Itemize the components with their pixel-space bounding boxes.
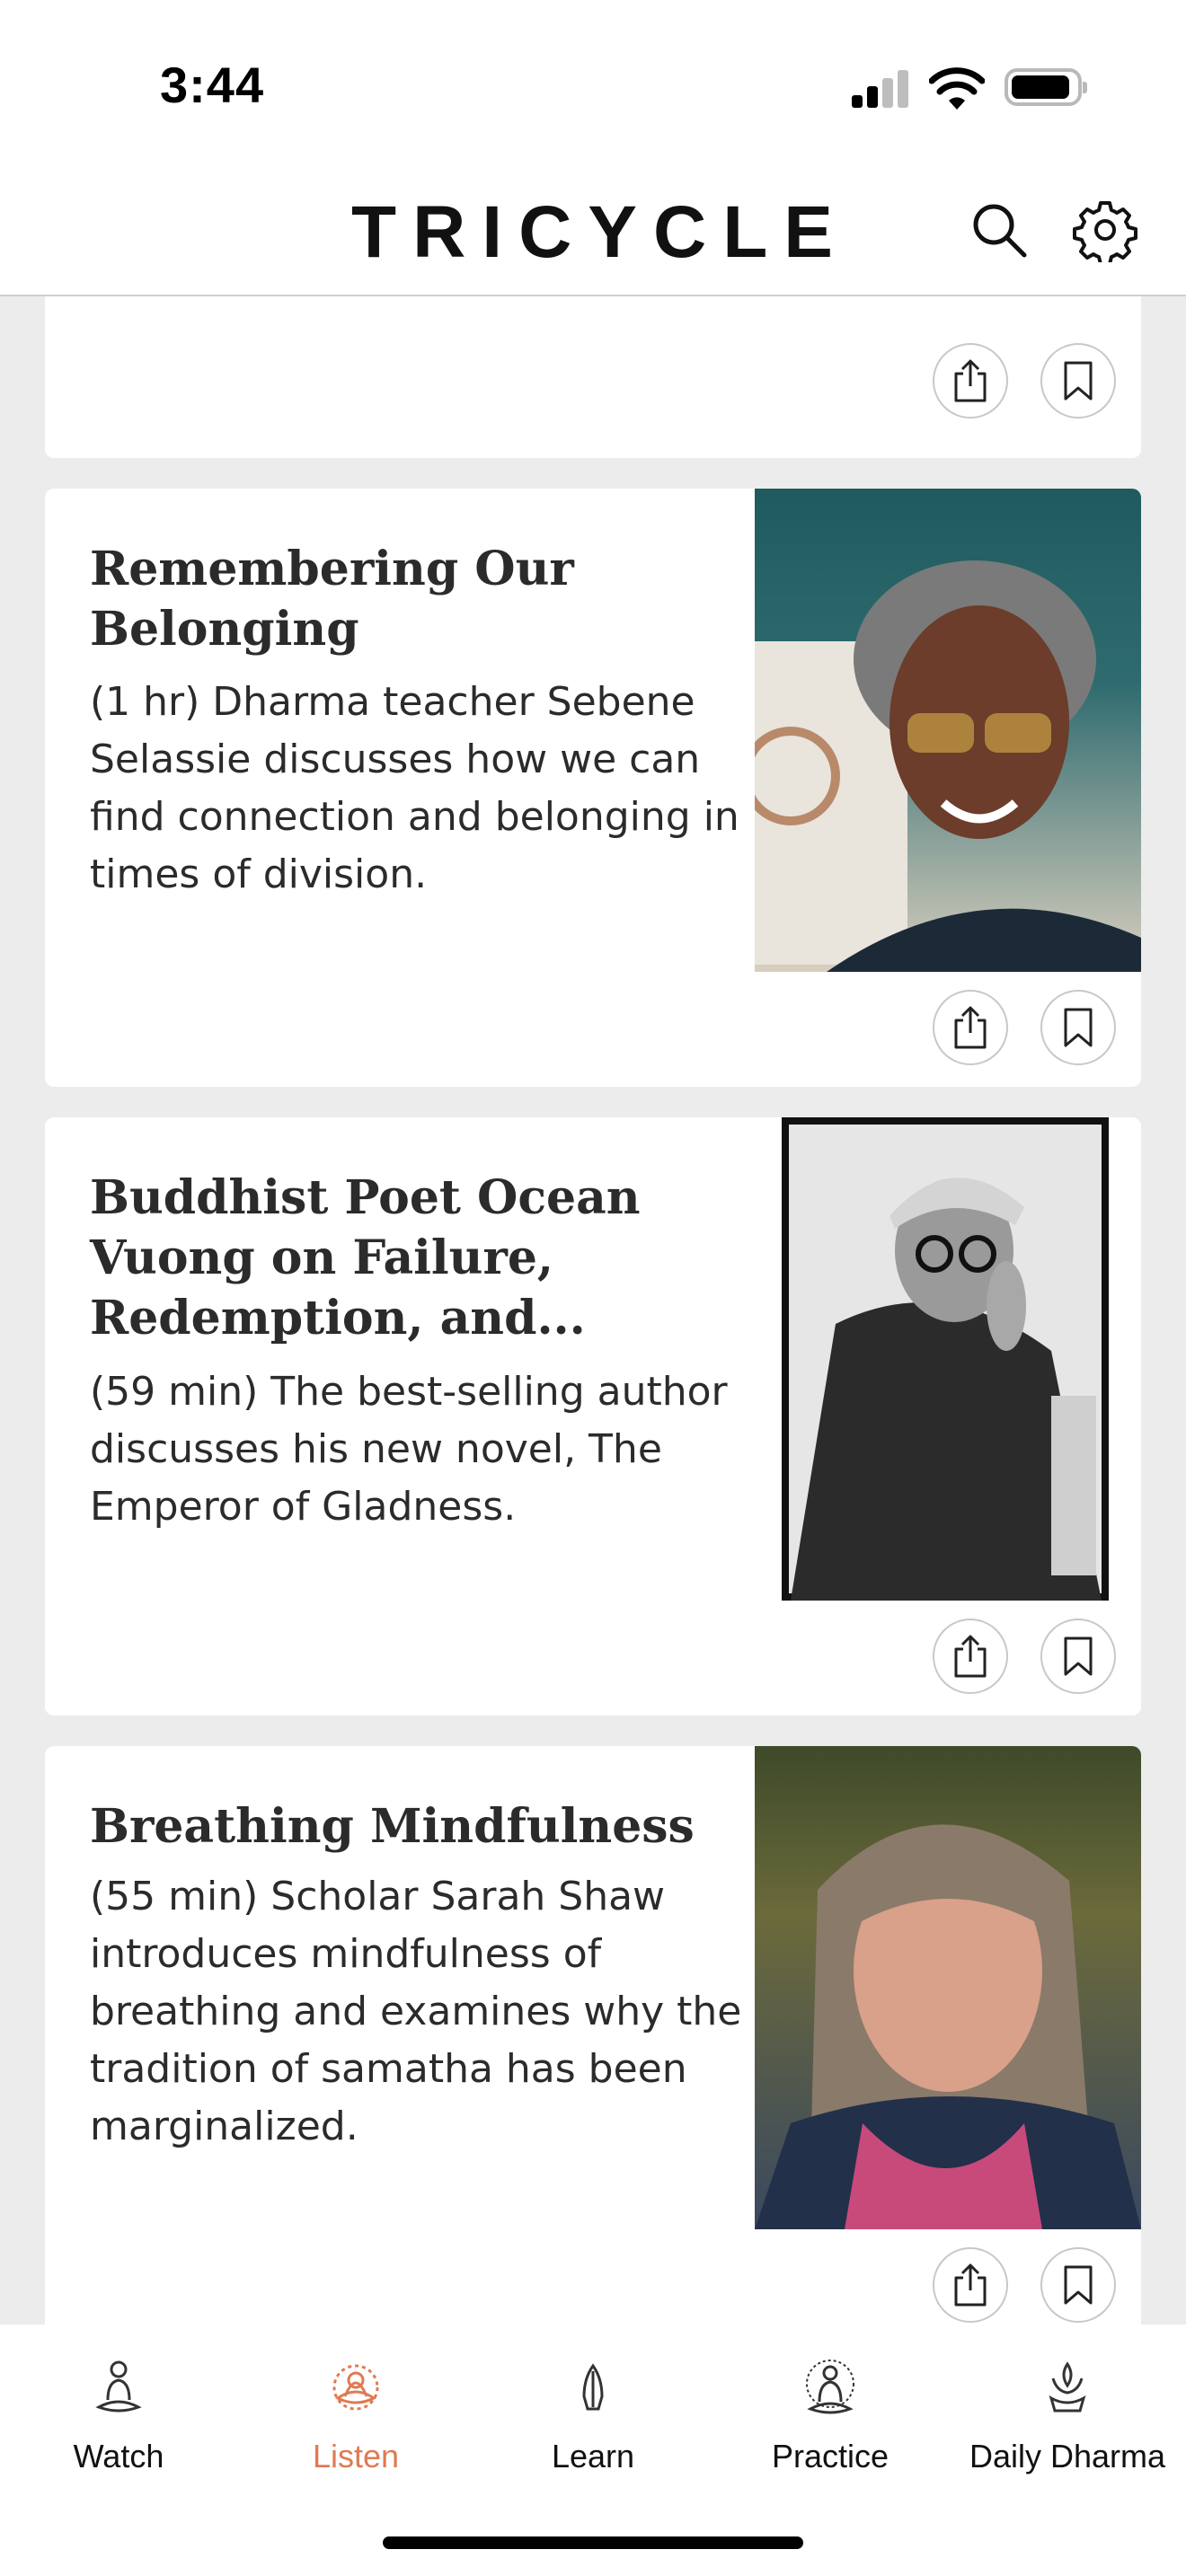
bookmark-button[interactable] — [1040, 343, 1116, 419]
episode-image — [755, 1746, 1141, 2229]
share-button[interactable] — [933, 2247, 1008, 2323]
tab-label: Watch — [73, 2438, 164, 2475]
buddha-icon — [806, 2360, 854, 2414]
episode-title[interactable]: Buddhist Poet Ocean Vuong on Failure, Re… — [90, 1168, 755, 1348]
status-bar: 3:44 — [0, 0, 1186, 162]
episode-card[interactable]: Buddhist Poet Ocean Vuong on Failure, Re… — [45, 1117, 1141, 1716]
episode-feed[interactable]: Remembering Our Belonging (1 hr) Dharma … — [0, 296, 1186, 2325]
tab-watch[interactable]: Watch — [0, 2351, 237, 2486]
praying-hands-icon — [582, 2363, 604, 2411]
wifi-icon — [929, 67, 985, 110]
bookmark-icon — [1064, 1636, 1093, 1676]
share-icon — [954, 1006, 987, 1049]
lotus-icon — [332, 2364, 379, 2411]
bookmark-icon — [1064, 361, 1093, 401]
status-time: 3:44 — [160, 57, 265, 113]
share-button[interactable] — [933, 343, 1008, 419]
episode-title[interactable]: Remembering Our Belonging — [90, 539, 755, 659]
home-indicator[interactable] — [383, 2536, 803, 2549]
bookmark-button[interactable] — [1040, 990, 1116, 1065]
bookmark-icon — [1064, 1008, 1093, 1047]
episode-description: (55 min) Scholar Sarah Shaw introduces m… — [90, 1874, 742, 2149]
app-header: TRICYCLE — [0, 162, 1186, 296]
share-button[interactable] — [933, 1619, 1008, 1694]
episode-image — [782, 1117, 1109, 1601]
meditator-icon — [95, 2360, 142, 2413]
bookmark-button[interactable] — [1040, 2247, 1116, 2323]
bookmark-button[interactable] — [1040, 1619, 1116, 1694]
cellular-signal-icon — [852, 70, 909, 108]
episode-description: (1 hr) Dharma teacher Sebene Selassie di… — [90, 679, 739, 897]
episode-card[interactable]: Remembering Our Belonging (1 hr) Dharma … — [45, 489, 1141, 1087]
episode-image — [755, 489, 1141, 972]
tab-practice[interactable]: Practice — [712, 2351, 949, 2486]
tab-daily-dharma[interactable]: Daily Dharma — [949, 2351, 1186, 2486]
episode-card-partial[interactable] — [45, 296, 1141, 458]
tab-label: Listen — [312, 2438, 400, 2475]
share-icon — [954, 2263, 987, 2307]
gear-icon[interactable] — [1073, 198, 1137, 262]
share-icon — [954, 1635, 987, 1678]
episode-description: (59 min) The best-selling author discuss… — [90, 1369, 728, 1530]
tab-learn[interactable]: Learn — [474, 2351, 712, 2486]
share-button[interactable] — [933, 990, 1008, 1065]
share-icon — [954, 359, 987, 402]
tab-label: Learn — [551, 2438, 635, 2475]
tab-label: Daily Dharma — [969, 2438, 1166, 2475]
episode-card[interactable]: Breathing Mindfulness (55 min) Scholar S… — [45, 1746, 1141, 2325]
tab-listen[interactable]: Listen — [237, 2351, 474, 2486]
battery-icon — [1005, 68, 1087, 106]
tab-label: Practice — [771, 2438, 890, 2475]
search-icon[interactable] — [967, 198, 1031, 262]
bookmark-icon — [1064, 2265, 1093, 2305]
episode-title[interactable]: Breathing Mindfulness — [90, 1796, 755, 1857]
lotus-hand-icon — [1049, 2361, 1086, 2413]
